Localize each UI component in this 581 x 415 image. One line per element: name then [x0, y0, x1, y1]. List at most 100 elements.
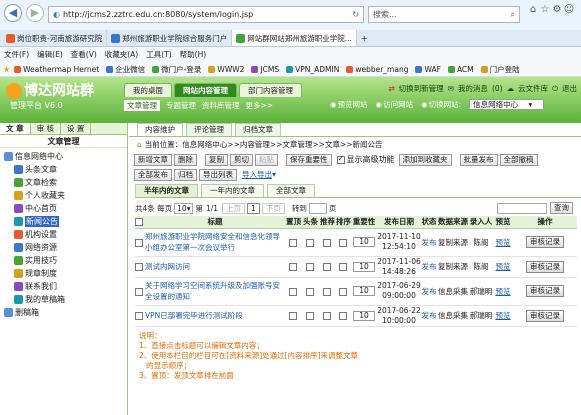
- left-tab[interactable]: 文 章: [0, 123, 31, 134]
- tree-node[interactable]: 规章制度: [4, 267, 123, 280]
- row-checkbox[interactable]: [135, 287, 143, 296]
- tree-node[interactable]: 信息网络中心: [4, 150, 123, 163]
- row-checkbox[interactable]: [135, 238, 143, 247]
- preview-link[interactable]: 预览: [496, 262, 511, 271]
- favorite-link[interactable]: Weathermap Hernet: [14, 65, 99, 74]
- flag-checkbox[interactable]: [338, 263, 347, 271]
- article-title[interactable]: 测试内网访问: [145, 256, 285, 278]
- query-button[interactable]: 查询: [550, 202, 573, 214]
- review-record-button[interactable]: 审核记录: [526, 260, 564, 273]
- toolbar-button[interactable]: 保存重要性: [286, 153, 332, 166]
- flag-checkbox[interactable]: [305, 238, 314, 247]
- favorite-link[interactable]: ACM: [447, 65, 474, 74]
- forward-button[interactable]: ▶: [26, 4, 44, 22]
- flag-checkbox[interactable]: [322, 287, 331, 296]
- back-button[interactable]: ◀: [4, 4, 22, 22]
- favorite-link[interactable]: VPN_ADMIN: [286, 65, 339, 74]
- site-link[interactable]: 预览网站: [338, 99, 368, 110]
- flag-checkbox[interactable]: [338, 238, 347, 247]
- content-tab[interactable]: 评论管理: [186, 123, 232, 136]
- star-icon[interactable]: ☆: [539, 4, 551, 15]
- content-tab[interactable]: 内容维护: [137, 123, 183, 136]
- time-tab[interactable]: 一年内的文章: [201, 184, 264, 197]
- content-tab[interactable]: 归档文章: [235, 123, 281, 136]
- status-cell[interactable]: 发布: [421, 305, 437, 327]
- flag-checkbox[interactable]: [305, 312, 314, 320]
- flag-checkbox[interactable]: [322, 263, 331, 271]
- toolbar-button[interactable]: 全部撤稿: [499, 153, 538, 166]
- gear-icon[interactable]: ⚙: [551, 4, 563, 15]
- tree-node[interactable]: 我的草稿箱: [4, 293, 123, 306]
- left-tab[interactable]: 审 核: [31, 123, 62, 134]
- tree-node[interactable]: 中心首页: [4, 202, 123, 215]
- toolbar-button[interactable]: 批量发布: [459, 153, 498, 166]
- toolbar-button[interactable]: 剪切: [230, 153, 253, 166]
- toolbar-button[interactable]: 导出列表: [199, 168, 237, 181]
- toolbar-button[interactable]: 复制: [205, 153, 228, 166]
- favorite-link[interactable]: 企业微信: [106, 64, 145, 75]
- header-link[interactable]: 云文件库: [518, 83, 548, 94]
- favorite-link[interactable]: webber_mang: [346, 65, 408, 74]
- tree-node[interactable]: 个人收藏夹: [4, 189, 123, 202]
- review-record-button[interactable]: 审核记录: [526, 285, 564, 297]
- table-search-input[interactable]: [497, 202, 547, 214]
- checkbox[interactable]: [336, 154, 345, 164]
- menu-item[interactable]: 文件(F): [4, 49, 29, 60]
- address-bar[interactable]: ◐ http://jcms2.zztrc.edu.cn:8080/system/…: [48, 6, 364, 23]
- review-record-button[interactable]: 审核记录: [526, 236, 564, 248]
- browser-tab[interactable]: 郑州旅游职业学院综合服务门户: [107, 30, 233, 46]
- favorite-link[interactable]: JCMS: [251, 65, 279, 74]
- header-link[interactable]: 退出: [562, 83, 577, 94]
- article-title[interactable]: 郑州旅游职业学院网络安全和信息化领导小组办公室第一次会议举行: [145, 228, 285, 257]
- header-link[interactable]: 我的消息: [458, 83, 488, 94]
- preview-link[interactable]: 预览: [496, 287, 511, 296]
- new-tab-icon[interactable]: +: [361, 34, 368, 43]
- tree-node[interactable]: 实用技巧: [4, 254, 123, 267]
- per-page-select[interactable]: 10▾: [174, 202, 194, 214]
- article-title[interactable]: 关于网络学习空间系统升级及加强账号安全设置的通知: [145, 277, 285, 306]
- flag-checkbox[interactable]: [322, 238, 331, 247]
- time-tab[interactable]: 半年内的文章: [135, 184, 198, 197]
- main-tab[interactable]: 我的桌面: [124, 83, 172, 97]
- smiley-icon[interactable]: ☺: [563, 4, 575, 15]
- flag-checkbox[interactable]: [305, 287, 314, 296]
- tree-node[interactable]: 机构设置: [4, 228, 123, 241]
- goto-input[interactable]: [308, 202, 327, 214]
- browser-tab[interactable]: 网站群网站郑州旅游职业学院...: [232, 30, 357, 46]
- browser-search-input[interactable]: 搜索... ⌕: [368, 6, 520, 23]
- site-link[interactable]: 切换网站:: [429, 99, 462, 110]
- toolbar-button[interactable]: 删除: [174, 153, 197, 166]
- favorite-link[interactable]: 微门户-登录: [152, 64, 201, 75]
- menu-item[interactable]: 帮助(H): [180, 49, 207, 60]
- importance-input[interactable]: 10: [353, 261, 375, 272]
- import-export-link[interactable]: 导入导出: [242, 169, 272, 180]
- menu-item[interactable]: 查看(V): [71, 49, 97, 60]
- pager-button[interactable]: 下页: [261, 202, 285, 214]
- toolbar-button[interactable]: 新增文章: [134, 153, 172, 166]
- favorite-link[interactable]: WWW2: [208, 65, 244, 74]
- importance-input[interactable]: 10: [353, 286, 375, 296]
- pager-button[interactable]: 1: [247, 202, 260, 214]
- menu-item[interactable]: 编辑(E): [37, 49, 63, 60]
- subnav-item[interactable]: 资料库管理: [202, 100, 240, 111]
- tree-node[interactable]: 头条文章: [4, 163, 123, 176]
- status-cell[interactable]: 发布: [421, 256, 437, 278]
- favorites-star-icon[interactable]: ★: [3, 65, 10, 74]
- row-checkbox[interactable]: [135, 263, 143, 271]
- favorite-link[interactable]: WAF: [415, 65, 441, 74]
- time-tab[interactable]: 全部文章: [267, 184, 315, 197]
- tree-node[interactable]: 删稿箱: [4, 306, 123, 319]
- importance-input[interactable]: 10: [353, 237, 375, 247]
- review-record-button[interactable]: 审核记录: [526, 309, 564, 322]
- tree-node[interactable]: 网络资源: [4, 241, 123, 254]
- subnav-item[interactable]: 专题管理: [166, 100, 196, 111]
- browser-tab[interactable]: 岗位职责-河南旅游研究院: [2, 30, 108, 46]
- flag-checkbox[interactable]: [305, 263, 314, 271]
- importance-input[interactable]: 10: [353, 310, 375, 321]
- menu-item[interactable]: 工具(T): [146, 49, 171, 60]
- show-advanced-toggle[interactable]: 显示高级功能: [336, 154, 395, 165]
- favorite-link[interactable]: 门户登陆: [480, 64, 520, 75]
- toolbar-button[interactable]: 添加到收藏夹: [398, 153, 452, 166]
- tree-node[interactable]: 文章检索: [4, 176, 123, 189]
- status-cell[interactable]: 发布: [421, 228, 437, 257]
